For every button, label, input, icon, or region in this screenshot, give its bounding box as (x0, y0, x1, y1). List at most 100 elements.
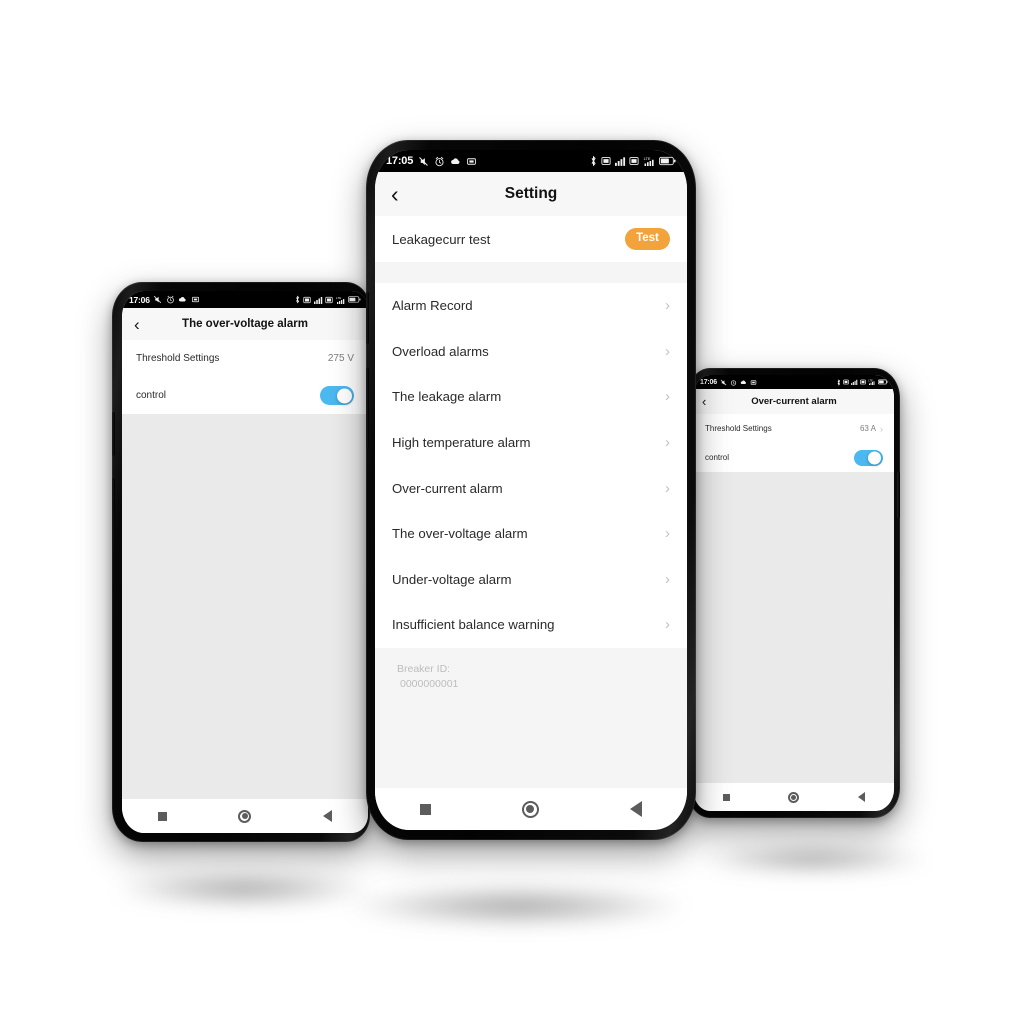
lte-signal-icon: LTE (336, 296, 346, 304)
sim1-signal-icon (303, 296, 311, 304)
back-button[interactable]: ‹ (134, 316, 140, 333)
alarm-clock-icon (434, 156, 445, 167)
android-nav-bar (375, 788, 687, 830)
back-button[interactable]: ‹ (391, 182, 399, 206)
svg-text:LTE: LTE (643, 156, 650, 161)
chevron-right-icon: › (665, 434, 670, 452)
phone-screen-center: 17:05 LTE ‹ Setting Leakagecurr test Tes… (375, 150, 687, 830)
phone-shadow-center (352, 886, 682, 926)
row-label: control (705, 453, 730, 462)
menu-item-overload-alarms[interactable]: Overload alarms › (375, 328, 687, 375)
android-nav-bar (122, 799, 368, 833)
sim2-signal-icon (629, 156, 639, 166)
chevron-right-icon: › (665, 297, 670, 315)
chevron-right-icon: › (665, 616, 670, 634)
menu-item-label: Overload alarms (392, 343, 489, 359)
test-button[interactable]: Test (625, 228, 670, 250)
back-button[interactable]: ‹ (702, 395, 706, 408)
alarm-clock-icon (166, 295, 175, 304)
back-triangle-icon[interactable] (857, 792, 865, 802)
page-title: Over-current alarm (751, 396, 837, 407)
empty-content-area (694, 472, 894, 783)
toggle-knob (337, 388, 352, 403)
alarm-clock-icon (730, 379, 737, 386)
breaker-id-label: Breaker ID: (397, 662, 451, 675)
sim2-signal-icon (325, 296, 333, 304)
status-bar: 17:06 LTE (122, 291, 368, 308)
sim2-signal-icon (860, 379, 866, 385)
menu-item-insufficient-balance-warning[interactable]: Insufficient balance warning › (375, 602, 687, 648)
android-nav-bar (694, 783, 894, 811)
signal-bars-icon (614, 156, 626, 166)
sim-card-icon (191, 295, 200, 304)
chevron-right-icon: › (665, 479, 670, 497)
phone-shadow-right (700, 845, 925, 873)
row-control[interactable]: control (122, 377, 368, 414)
app-header-bar: ‹ The over-voltage alarm (122, 308, 368, 340)
cloud-icon (450, 156, 461, 167)
home-circle-icon[interactable] (238, 809, 252, 823)
control-toggle-switch[interactable] (854, 449, 883, 466)
menu-item-label: High temperature alarm (392, 435, 531, 451)
back-triangle-icon[interactable] (629, 801, 642, 817)
chevron-right-icon: › (880, 423, 883, 434)
menu-item-label: The leakage alarm (392, 389, 502, 405)
volume-button-left[interactable] (112, 412, 115, 456)
power-button-center[interactable] (366, 368, 369, 448)
volume-button-center[interactable] (366, 292, 369, 344)
sim-card-icon (466, 156, 477, 167)
signal-bars-icon (851, 379, 858, 385)
chevron-right-icon: › (665, 342, 670, 360)
settings-list: Threshold Settings 275 V control (122, 340, 368, 414)
menu-item-label: The over-voltage alarm (392, 526, 528, 542)
menu-item-over-current-alarm[interactable]: Over-current alarm › (375, 465, 687, 511)
cloud-icon (178, 295, 187, 304)
menu-item-the-over-voltage-alarm[interactable]: The over-voltage alarm › (375, 510, 687, 557)
silent-mode-icon (418, 156, 429, 167)
menu-item-label: Alarm Record (392, 298, 473, 314)
row-leakagecurr-test[interactable]: Leakagecurr test Test (375, 216, 687, 262)
app-header-bar: ‹ Over-current alarm (694, 389, 894, 414)
row-label: control (136, 390, 167, 401)
sim-card-icon (750, 379, 757, 386)
chevron-right-icon: › (665, 388, 670, 406)
recents-square-icon[interactable] (723, 793, 731, 801)
phone-screen-left: 17:06 LTE ‹ The over-voltage alarm Thres… (122, 291, 368, 833)
recents-square-icon[interactable] (420, 803, 432, 815)
menu-item-high-temperature-alarm[interactable]: High temperature alarm › (375, 419, 687, 466)
row-threshold-settings[interactable]: Threshold Settings 275 V (122, 340, 368, 377)
svg-text:LTE: LTE (868, 379, 873, 382)
status-bar: 17:05 LTE (375, 150, 687, 172)
menu-item-label: Under-voltage alarm (392, 571, 512, 587)
menu-item-the-leakage-alarm[interactable]: The leakage alarm › (375, 374, 687, 420)
row-label: Leakagecurr test (392, 231, 491, 247)
battery-icon (348, 296, 361, 303)
breaker-id-value: 0000000001 (400, 677, 459, 690)
row-control[interactable]: control (694, 443, 894, 472)
status-bar-clock: 17:06 (129, 294, 150, 305)
alarm-menu-list: Alarm Record › Overload alarms › The lea… (375, 283, 687, 648)
row-threshold-settings[interactable]: Threshold Settings 63 A › (694, 414, 894, 443)
menu-item-label: Over-current alarm (392, 480, 503, 496)
status-bar: 17:06 LTE (694, 375, 894, 389)
recents-square-icon[interactable] (157, 811, 167, 821)
page-title: Setting (504, 185, 558, 202)
menu-item-under-voltage-alarm[interactable]: Under-voltage alarm › (375, 556, 687, 603)
silent-mode-icon (153, 295, 162, 304)
back-triangle-icon[interactable] (323, 810, 333, 822)
bluetooth-icon (589, 155, 598, 167)
menu-item-alarm-record[interactable]: Alarm Record › (375, 283, 687, 329)
power-button-right[interactable] (897, 472, 900, 518)
chevron-right-icon: › (665, 525, 670, 543)
app-header-bar: ‹ Setting (375, 172, 687, 216)
row-value: 63 A (859, 424, 876, 433)
control-toggle-switch[interactable] (320, 386, 354, 405)
row-label: Threshold Settings (705, 424, 772, 433)
signal-bars-icon (313, 296, 323, 304)
home-circle-icon[interactable] (521, 800, 539, 818)
home-circle-icon[interactable] (788, 791, 800, 803)
power-button-left[interactable] (112, 478, 115, 550)
settings-list: Threshold Settings 63 A › control (694, 414, 894, 472)
sim1-signal-icon (843, 379, 849, 385)
battery-icon (878, 379, 888, 385)
